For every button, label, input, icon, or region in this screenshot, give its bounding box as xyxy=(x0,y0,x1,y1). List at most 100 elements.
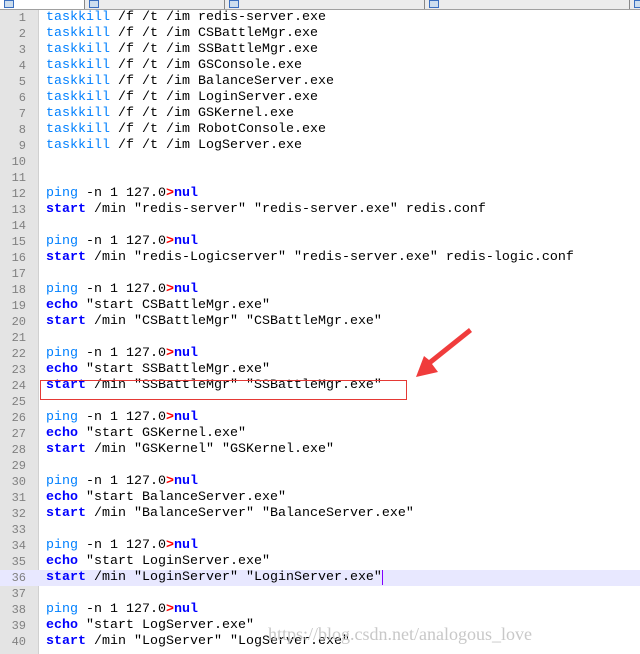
code-line[interactable]: 36 start /min "LoginServer" "LoginServer.… xyxy=(0,570,640,586)
code-line[interactable]: 7 taskkill /f /t /im GSKernel.exe xyxy=(0,106,640,122)
token: start xyxy=(46,634,86,649)
token: start xyxy=(46,250,86,265)
code-line[interactable]: 26 ping -n 1 127.0>nul xyxy=(0,410,640,426)
token: /min "redis-server" "redis-server.exe" r… xyxy=(86,202,486,217)
code-line[interactable]: 38 ping -n 1 127.0>nul xyxy=(0,602,640,618)
token: -n 1 127.0 xyxy=(78,186,166,201)
file-tab[interactable] xyxy=(225,0,425,9)
code-line[interactable]: 37 xyxy=(0,586,640,602)
code-line[interactable]: 30 ping -n 1 127.0>nul xyxy=(0,474,640,490)
code-line[interactable]: 35 echo "start LoginServer.exe" xyxy=(0,554,640,570)
text-caret xyxy=(381,570,383,585)
code-line[interactable]: 14 xyxy=(0,218,640,234)
code-line[interactable]: 21 xyxy=(0,330,640,346)
token: echo xyxy=(46,618,78,633)
code-line[interactable]: 20 start /min "CSBattleMgr" "CSBattleMgr.… xyxy=(0,314,640,330)
code-line[interactable]: 16 start /min "redis-Logicserver" "redis-… xyxy=(0,250,640,266)
code-line[interactable]: 8 taskkill /f /t /im RobotConsole.exe xyxy=(0,122,640,138)
code-line[interactable]: 29 xyxy=(0,458,640,474)
line-number: 29 xyxy=(11,459,26,473)
code-line[interactable]: 1 taskkill /f /t /im redis-server.exe xyxy=(0,10,640,26)
line-number: 10 xyxy=(11,155,26,169)
line-number: 5 xyxy=(18,75,26,89)
line-text: taskkill /f /t /im GSKernel.exe xyxy=(46,106,294,122)
code-line[interactable]: 33 xyxy=(0,522,640,538)
code-line[interactable]: 34 ping -n 1 127.0>nul xyxy=(0,538,640,554)
token: > xyxy=(165,474,174,489)
line-number: 15 xyxy=(11,235,26,249)
line-text: taskkill /f /t /im SSBattleMgr.exe xyxy=(46,42,318,58)
code-line[interactable]: 11 xyxy=(0,170,640,186)
token: > xyxy=(165,234,174,249)
token: /min "GSKernel" "GSKernel.exe" xyxy=(86,442,334,457)
line-text: start /min "LoginServer" "LoginServer.ex… xyxy=(46,570,383,586)
highlight-box xyxy=(40,380,407,400)
line-number: 34 xyxy=(11,539,26,553)
token: "start LoginServer.exe" xyxy=(78,554,270,569)
token: > xyxy=(165,538,174,553)
code-line[interactable]: 12 ping -n 1 127.0>nul xyxy=(0,186,640,202)
line-number: 31 xyxy=(11,491,26,505)
code-line[interactable]: 31 echo "start BalanceServer.exe" xyxy=(0,490,640,506)
tab-bar xyxy=(0,0,640,10)
file-tab[interactable] xyxy=(425,0,630,9)
line-number: 27 xyxy=(11,427,26,441)
token: echo xyxy=(46,426,78,441)
line-number: 19 xyxy=(11,299,26,313)
line-number: 38 xyxy=(11,603,26,617)
line-number: 40 xyxy=(11,635,26,649)
token: /f /t /im redis-server.exe xyxy=(110,10,326,25)
code-line[interactable]: 9 taskkill /f /t /im LogServer.exe xyxy=(0,138,640,154)
token: /f /t /im SSBattleMgr.exe xyxy=(110,42,318,57)
code-line[interactable]: 22 ping -n 1 127.0>nul xyxy=(0,346,640,362)
code-line[interactable]: 13 start /min "redis-server" "redis-serve… xyxy=(0,202,640,218)
file-tab[interactable] xyxy=(0,0,85,9)
arrow-annotation-icon xyxy=(416,328,472,377)
token: -n 1 127.0 xyxy=(78,410,166,425)
token: /f /t /im GSKernel.exe xyxy=(110,106,294,121)
code-line[interactable]: 10 xyxy=(0,154,640,170)
token: -n 1 127.0 xyxy=(78,282,166,297)
token: "start BalanceServer.exe" xyxy=(78,490,286,505)
token: /f /t /im LogServer.exe xyxy=(110,138,302,153)
line-text: echo "start GSKernel.exe" xyxy=(46,426,246,442)
token: ping xyxy=(46,538,78,553)
token: echo xyxy=(46,362,78,377)
code-line[interactable]: 6 taskkill /f /t /im LoginServer.exe xyxy=(0,90,640,106)
code-line[interactable]: 19 echo "start CSBattleMgr.exe" xyxy=(0,298,640,314)
code-line[interactable]: 23 echo "start SSBattleMgr.exe" xyxy=(0,362,640,378)
token: -n 1 127.0 xyxy=(78,602,166,617)
token: taskkill xyxy=(46,42,110,57)
line-text: taskkill /f /t /im LogServer.exe xyxy=(46,138,302,154)
code-line[interactable]: 17 xyxy=(0,266,640,282)
line-text: start /min "GSKernel" "GSKernel.exe" xyxy=(46,442,334,458)
token: /f /t /im CSBattleMgr.exe xyxy=(110,26,318,41)
code-line[interactable]: 32 start /min "BalanceServer" "BalanceSer… xyxy=(0,506,640,522)
code-line[interactable]: 2 taskkill /f /t /im CSBattleMgr.exe xyxy=(0,26,640,42)
line-number: 32 xyxy=(11,507,26,521)
watermark: https://blog.csdn.net/analogous_love xyxy=(268,624,532,644)
line-number: 21 xyxy=(11,331,26,345)
line-number: 16 xyxy=(11,251,26,265)
token: -n 1 127.0 xyxy=(78,346,166,361)
code-line[interactable]: 5 taskkill /f /t /im BalanceServer.exe xyxy=(0,74,640,90)
code-line[interactable]: 15 ping -n 1 127.0>nul xyxy=(0,234,640,250)
code-line[interactable]: 4 taskkill /f /t /im GSConsole.exe xyxy=(0,58,640,74)
token: /min "CSBattleMgr" "CSBattleMgr.exe" xyxy=(86,314,382,329)
line-number: 37 xyxy=(11,587,26,601)
token: nul xyxy=(173,410,198,425)
token: /f /t /im BalanceServer.exe xyxy=(110,74,334,89)
code-line[interactable]: 3 taskkill /f /t /im SSBattleMgr.exe xyxy=(0,42,640,58)
code-line[interactable]: 28 start /min "GSKernel" "GSKernel.exe" xyxy=(0,442,640,458)
file-tab[interactable] xyxy=(630,0,640,9)
code-line[interactable]: 27 echo "start GSKernel.exe" xyxy=(0,426,640,442)
token: -n 1 127.0 xyxy=(78,234,166,249)
line-number: 18 xyxy=(11,283,26,297)
line-number: 14 xyxy=(11,219,26,233)
line-number: 20 xyxy=(11,315,26,329)
line-number: 25 xyxy=(11,395,26,409)
file-tab[interactable] xyxy=(85,0,225,9)
code-line[interactable]: 18 ping -n 1 127.0>nul xyxy=(0,282,640,298)
line-text: echo "start LogServer.exe" xyxy=(46,618,254,634)
line-number: 2 xyxy=(18,27,26,41)
